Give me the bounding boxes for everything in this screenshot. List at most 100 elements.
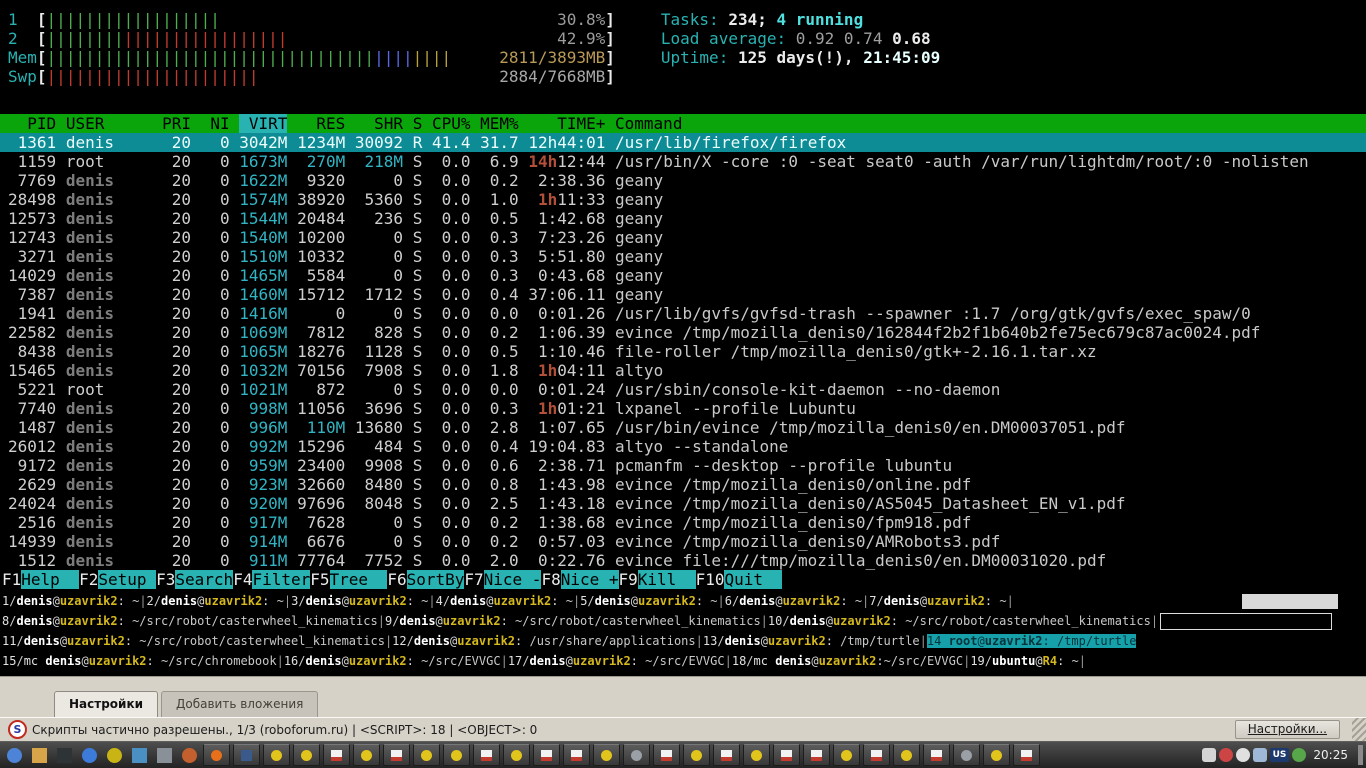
column-header-command[interactable]: Command <box>615 114 682 133</box>
taskbar-window-button-23[interactable] <box>863 744 890 766</box>
screen-window-4[interactable]: 4/denis@uzavrik2: ~ <box>436 594 573 608</box>
process-row[interactable]: 12743 denis 20 0 1540M 10200 0 S 0.0 0.3… <box>0 228 1366 247</box>
column-header-time[interactable]: TIME+ <box>528 114 605 133</box>
screen-window-6[interactable]: 6/denis@uzavrik2: ~ <box>725 594 862 608</box>
column-header-res[interactable]: RES <box>297 114 345 133</box>
fkey-quit[interactable]: F10Quit <box>696 570 783 589</box>
show-desktop-strip[interactable] <box>1358 745 1363 765</box>
launcher-terminal[interactable] <box>53 744 75 766</box>
screen-window-5[interactable]: 5/denis@uzavrik2: ~ <box>580 594 717 608</box>
fkey-search[interactable]: F3Search <box>156 570 233 589</box>
noscript-icon[interactable]: S <box>8 720 27 739</box>
taskbar-window-button-18[interactable] <box>713 744 740 766</box>
column-header-mem[interactable]: MEM% <box>480 114 519 133</box>
tray-volume-icon[interactable] <box>1236 748 1250 762</box>
taskbar-window-button-12[interactable] <box>533 744 560 766</box>
process-row[interactable]: 22582 denis 20 0 1069M 7812 828 S 0.0 0.… <box>0 323 1366 342</box>
process-row[interactable]: 7769 denis 20 0 1622M 9320 0 S 0.0 0.2 2… <box>0 171 1366 190</box>
fkey-nice-[interactable]: F7Nice - <box>464 570 541 589</box>
taskbar-window-button-1[interactable] <box>203 744 230 766</box>
taskbar-window-button-6[interactable] <box>353 744 380 766</box>
tray-network-monitor-icon[interactable] <box>1253 748 1267 762</box>
taskbar-window-button-10[interactable] <box>473 744 500 766</box>
taskbar-window-button-5[interactable] <box>323 744 350 766</box>
screen-window-14[interactable]: 14 root@uzavrik2: /tmp/turtle <box>927 634 1137 648</box>
process-row[interactable]: 14939 denis 20 0 914M 6676 0 S 0.0 0.2 0… <box>0 532 1366 551</box>
noscript-settings-button[interactable]: Настройки... <box>1235 720 1340 739</box>
process-row[interactable]: 2516 denis 20 0 917M 7628 0 S 0.0 0.2 1:… <box>0 513 1366 532</box>
taskbar-window-button-15[interactable] <box>623 744 650 766</box>
process-row[interactable]: 26012 denis 20 0 992M 15296 484 S 0.0 0.… <box>0 437 1366 456</box>
screen-window-18[interactable]: 18/mc denis@uzavrik2:~/src/EVVGC <box>732 654 963 668</box>
resize-grip[interactable] <box>1352 718 1366 741</box>
screen-window-16[interactable]: 16/denis@uzavrik2: ~/src/EVVGC <box>284 654 501 668</box>
column-header-pri[interactable]: PRI <box>162 114 191 133</box>
screen-window-9[interactable]: 9/denis@uzavrik2: ~/src/robot/casterwhee… <box>385 614 761 628</box>
taskbar-window-button-19[interactable] <box>743 744 770 766</box>
process-row[interactable]: 1512 denis 20 0 911M 77764 7752 S 0.0 2.… <box>0 551 1366 570</box>
taskbar-window-button-27[interactable] <box>983 744 1010 766</box>
process-row[interactable]: 28498 denis 20 0 1574M 38920 5360 S 0.0 … <box>0 190 1366 209</box>
launcher-displays[interactable] <box>128 744 150 766</box>
clock[interactable]: 20:25 <box>1313 748 1348 762</box>
screen-window-2[interactable]: 2/denis@uzavrik2: ~ <box>147 594 284 608</box>
fkey-filter[interactable]: F4Filter <box>233 570 310 589</box>
process-row[interactable]: 24024 denis 20 0 920M 97696 8048 S 0.0 2… <box>0 494 1366 513</box>
taskbar-window-button-28[interactable] <box>1013 744 1040 766</box>
fkey-tree[interactable]: F5Tree <box>310 570 387 589</box>
process-row[interactable]: 5221 root 20 0 1021M 872 0 S 0.0 0.0 0:0… <box>0 380 1366 399</box>
process-row[interactable]: 2629 denis 20 0 923M 32660 8480 S 0.0 0.… <box>0 475 1366 494</box>
taskbar-window-button-9[interactable] <box>443 744 470 766</box>
launcher-text-editor[interactable] <box>103 744 125 766</box>
screen-window-8[interactable]: 8/denis@uzavrik2: ~/src/robot/casterwhee… <box>2 614 378 628</box>
taskbar-window-button-8[interactable] <box>413 744 440 766</box>
process-row[interactable]: 1487 denis 20 0 996M 110M 13680 S 0.0 2.… <box>0 418 1366 437</box>
taskbar-window-button-22[interactable] <box>833 744 860 766</box>
screen-window-19[interactable]: 19/ubuntu@R4: ~ <box>970 654 1078 668</box>
taskbar-window-button-24[interactable] <box>893 744 920 766</box>
tray-clipboard-manager-icon[interactable] <box>1202 748 1216 762</box>
column-header-ni[interactable]: NI <box>201 114 230 133</box>
process-row[interactable]: 8438 denis 20 0 1065M 18276 1128 S 0.0 0… <box>0 342 1366 361</box>
column-header-s[interactable]: S <box>413 114 423 133</box>
taskbar-window-button-16[interactable] <box>653 744 680 766</box>
process-row[interactable]: 1361 denis 20 0 3042M 1234M 30092 R 41.4… <box>0 133 1366 152</box>
taskbar-window-button-21[interactable] <box>803 744 830 766</box>
taskbar-window-button-7[interactable] <box>383 744 410 766</box>
process-row[interactable]: 3271 denis 20 0 1510M 10332 0 S 0.0 0.3 … <box>0 247 1366 266</box>
process-row[interactable]: 1159 root 20 0 1673M 270M 218M S 0.0 6.9… <box>0 152 1366 171</box>
process-row[interactable]: 1941 denis 20 0 1416M 0 0 S 0.0 0.0 0:01… <box>0 304 1366 323</box>
taskbar-window-button-4[interactable] <box>293 744 320 766</box>
launcher-web-browser[interactable] <box>78 744 100 766</box>
tab-settings[interactable]: Настройки <box>54 691 158 717</box>
process-row[interactable]: 7740 denis 20 0 998M 11056 3696 S 0.0 0.… <box>0 399 1366 418</box>
column-header-virt[interactable]: VIRT <box>239 114 287 133</box>
taskbar-window-button-14[interactable] <box>593 744 620 766</box>
taskbar-window-button-25[interactable] <box>923 744 950 766</box>
updates-icon[interactable] <box>1292 748 1306 762</box>
column-header-shr[interactable]: SHR <box>355 114 403 133</box>
screen-window-10[interactable]: 10/denis@uzavrik2: ~/src/robot/casterwhe… <box>768 614 1151 628</box>
fkey-kill[interactable]: F9Kill <box>619 570 696 589</box>
screen-window-15[interactable]: 15/mc denis@uzavrik2: ~/src/chromebook <box>2 654 277 668</box>
screen-window-1[interactable]: 1/denis@uzavrik2: ~ <box>2 594 139 608</box>
screen-window-11[interactable]: 11/denis@uzavrik2: ~/src/robot/casterwhe… <box>2 634 385 648</box>
launcher-lubuntu-menu[interactable] <box>3 744 25 766</box>
fkey-help[interactable]: F1Help <box>2 570 79 589</box>
fkey-nice-[interactable]: F8Nice + <box>541 570 618 589</box>
taskbar-window-button-26[interactable] <box>953 744 980 766</box>
screen-window-13[interactable]: 13/denis@uzavrik2: /tmp/turtle <box>703 634 920 648</box>
process-row[interactable]: 9172 denis 20 0 959M 23400 9908 S 0.0 0.… <box>0 456 1366 475</box>
screen-window-12[interactable]: 12/denis@uzavrik2: /usr/share/applicatio… <box>392 634 695 648</box>
taskbar-window-button-13[interactable] <box>563 744 590 766</box>
keyboard-layout-indicator[interactable]: US <box>1270 748 1290 762</box>
launcher-image-viewer[interactable] <box>153 744 175 766</box>
process-row[interactable]: 7387 denis 20 0 1460M 15712 1712 S 0.0 0… <box>0 285 1366 304</box>
screen-window-3[interactable]: 3/denis@uzavrik2: ~ <box>291 594 428 608</box>
taskbar-window-button-11[interactable] <box>503 744 530 766</box>
column-header-pid[interactable]: PID <box>8 114 56 133</box>
column-header-user[interactable]: USER <box>66 114 153 133</box>
fkey-sortby[interactable]: F6SortBy <box>387 570 464 589</box>
process-row[interactable]: 14029 denis 20 0 1465M 5584 0 S 0.0 0.3 … <box>0 266 1366 285</box>
taskbar-window-button-2[interactable] <box>233 744 260 766</box>
